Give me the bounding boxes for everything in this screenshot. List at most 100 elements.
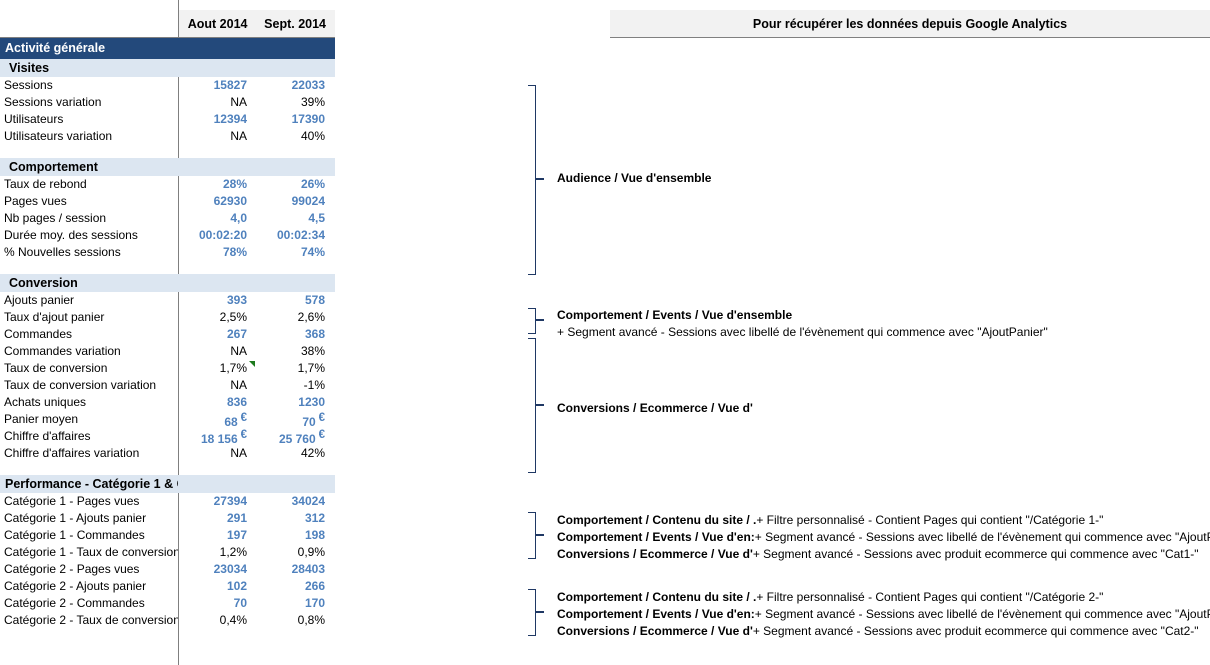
table-row: Nb pages / session 4,0 4,5 bbox=[0, 210, 335, 227]
row-label: Taux de conversion variation bbox=[4, 378, 157, 392]
table-row: Ajouts panier 393 578 bbox=[0, 292, 335, 309]
row-label: Achats uniques bbox=[4, 395, 87, 409]
annotation-audience: Audience / Vue d'ensemble bbox=[557, 171, 711, 185]
annotation-cat1-line-3-bold: Conversions / Ecommerce / Vue d' bbox=[557, 547, 753, 561]
annotation-cat1-line-3: Conversions / Ecommerce / Vue d'+ Segmen… bbox=[557, 547, 1210, 561]
annotation-cat1-line-3-plain: + Segment avancé - Sessions avec produit… bbox=[752, 547, 1199, 561]
table-row: Catégorie 2 - Pages vues 23034 28403 bbox=[0, 561, 335, 578]
annotation-cat1-line-1-bold: Comportement / Contenu du site / . bbox=[557, 513, 757, 527]
row-label: Chiffre d'affaires variation bbox=[4, 446, 140, 460]
table-spacer-row bbox=[0, 145, 335, 158]
row-value-month-1: 27394 bbox=[213, 494, 247, 508]
table-row: Chiffre d'affaires 18 156 €25 760 € bbox=[0, 426, 335, 446]
row-label: Catégorie 1 - Ajouts panier bbox=[4, 511, 147, 525]
row-label: Nb pages / session bbox=[4, 211, 107, 225]
section-title: Conversion bbox=[9, 276, 78, 290]
currency-euro-icon: € bbox=[241, 409, 247, 424]
table-row: Catégorie 2 - Commandes 70 170 bbox=[0, 595, 335, 612]
row-value-month-1: NA bbox=[230, 95, 247, 109]
row-label: Taux de rebond bbox=[4, 177, 87, 191]
row-value-month-1: 15827 bbox=[213, 78, 247, 92]
annotation-cat1-line-2-bold: Comportement / Events / Vue d'en: bbox=[557, 530, 755, 544]
annotation-events-detail: + Segment avancé - Sessions avec libellé… bbox=[557, 325, 1048, 339]
row-label: Taux de conversion bbox=[4, 361, 108, 375]
annotation-audience-bold: Audience / Vue d'ensemble bbox=[557, 171, 712, 185]
annotation-cat2-line-1: Comportement / Contenu du site / .+ Filt… bbox=[557, 590, 1210, 604]
annotation-events-plain: + Segment avancé - Sessions avec libellé… bbox=[557, 325, 1048, 339]
row-label: Taux d'ajout panier bbox=[4, 310, 105, 324]
row-value-month-2: 74% bbox=[300, 245, 325, 259]
row-value-month-1: 23034 bbox=[213, 562, 247, 576]
section-title: Comportement bbox=[9, 160, 98, 174]
table-row: % Nouvelles sessions 78% 74% bbox=[0, 244, 335, 261]
row-value-month-2: 198 bbox=[304, 528, 325, 542]
month-header-2: Sept. 2014 bbox=[264, 17, 326, 31]
month-header-1: Aout 2014 bbox=[187, 17, 248, 31]
currency-euro-icon: € bbox=[241, 426, 247, 441]
row-value-month-1: NA bbox=[230, 344, 247, 358]
row-label: Catégorie 1 - Commandes bbox=[4, 528, 145, 542]
annotation-events-title: Comportement / Events / Vue d'ensemble bbox=[557, 308, 792, 322]
row-label: Sessions variation bbox=[4, 95, 102, 109]
row-label: Ajouts panier bbox=[4, 293, 75, 307]
table-row: Catégorie 1 - Pages vues 27394 34024 bbox=[0, 493, 335, 510]
table-row: Taux de conversion 1,7% 1,7% bbox=[0, 360, 335, 377]
row-value-month-2: 26% bbox=[300, 177, 325, 191]
row-value-month-1: 70 bbox=[233, 596, 247, 610]
row-value-month-2: 99024 bbox=[291, 194, 325, 208]
row-label: Catégorie 2 - Pages vues bbox=[4, 562, 140, 576]
spreadsheet-canvas: Aout 2014 Sept. 2014 Pour récupérer les … bbox=[0, 0, 1210, 665]
row-value-month-1: 393 bbox=[226, 293, 247, 307]
row-label: Sessions bbox=[4, 78, 53, 92]
currency-euro-icon: € bbox=[319, 409, 325, 424]
row-label: Catégorie 2 - Taux de conversion bbox=[4, 613, 178, 627]
annotation-cat2-line-1-bold: Comportement / Contenu du site / . bbox=[557, 590, 757, 604]
row-value-month-2: -1% bbox=[303, 378, 325, 392]
table-section-header-main: Activité générale bbox=[0, 38, 335, 59]
row-value-month-2: 4,5 bbox=[308, 211, 325, 225]
table-section-header: Comportement bbox=[0, 158, 335, 176]
annotation-cat1-line-2: Comportement / Events / Vue d'en:+ Segme… bbox=[557, 530, 1210, 544]
row-value-month-2: 1,7% bbox=[297, 361, 325, 375]
table-row: Sessions 15827 22033 bbox=[0, 77, 335, 94]
section-title: Performance - Catégorie 1 & Catégorie 2 bbox=[5, 477, 178, 491]
table-section-header: Visites bbox=[0, 59, 335, 77]
google-analytics-banner-label: Pour récupérer les données depuis Google… bbox=[752, 17, 1068, 31]
currency-euro-icon: € bbox=[319, 426, 325, 441]
row-value-month-1: 0,4% bbox=[219, 613, 247, 627]
table-row: Durée moy. des sessions 00:02:20 00:02:34 bbox=[0, 227, 335, 244]
row-label: Durée moy. des sessions bbox=[4, 228, 138, 242]
annotation-cat2-line-2: Comportement / Events / Vue d'en:+ Segme… bbox=[557, 607, 1210, 621]
annotation-cat2-line-2-bold: Comportement / Events / Vue d'en: bbox=[557, 607, 755, 621]
row-label: % Nouvelles sessions bbox=[4, 245, 121, 259]
row-value-month-1: 12394 bbox=[213, 112, 247, 126]
table-row: Catégorie 1 - Taux de conversion 1,2% 0,9% bbox=[0, 544, 335, 561]
table-spacer-row bbox=[0, 261, 335, 274]
row-value-month-2: 28403 bbox=[291, 562, 325, 576]
section-title: Visites bbox=[9, 61, 50, 75]
row-label: Panier moyen bbox=[4, 412, 79, 426]
row-value-month-1: 4,0 bbox=[230, 211, 247, 225]
row-label: Commandes bbox=[4, 327, 73, 341]
row-value-month-1: NA bbox=[230, 378, 247, 392]
row-value-month-1: 28% bbox=[222, 177, 247, 191]
row-value-month-1: 1,7% bbox=[178, 360, 256, 377]
annotation-cat2-line-3-bold: Conversions / Ecommerce / Vue d' bbox=[557, 624, 753, 638]
row-value-month-1: 102 bbox=[226, 579, 247, 593]
table-row: Utilisateurs 12394 17390 bbox=[0, 111, 335, 128]
row-label: Pages vues bbox=[4, 194, 67, 208]
cell-comment-flag-icon[interactable] bbox=[249, 361, 255, 367]
row-value-month-2: 17390 bbox=[291, 112, 325, 126]
annotation-cat1-line-2-plain: + Segment avancé - Sessions avec libellé… bbox=[754, 530, 1210, 544]
row-label: Catégorie 1 - Pages vues bbox=[4, 494, 140, 508]
row-value-month-2: 38% bbox=[300, 344, 325, 358]
row-value-month-1: 2,5% bbox=[219, 310, 247, 324]
annotation-cat1-line-1: Comportement / Contenu du site / .+ Filt… bbox=[557, 513, 1210, 527]
table-row: Taux de rebond 28% 26% bbox=[0, 176, 335, 193]
row-value-month-2: 34024 bbox=[291, 494, 325, 508]
row-label: Catégorie 2 - Commandes bbox=[4, 596, 145, 610]
top-header-band: Aout 2014 Sept. 2014 Pour récupérer les … bbox=[0, 0, 1210, 38]
row-label: Utilisateurs variation bbox=[4, 129, 113, 143]
annotation-ecommerce: Conversions / Ecommerce / Vue d' bbox=[557, 401, 753, 415]
section-title: Activité générale bbox=[5, 41, 106, 55]
